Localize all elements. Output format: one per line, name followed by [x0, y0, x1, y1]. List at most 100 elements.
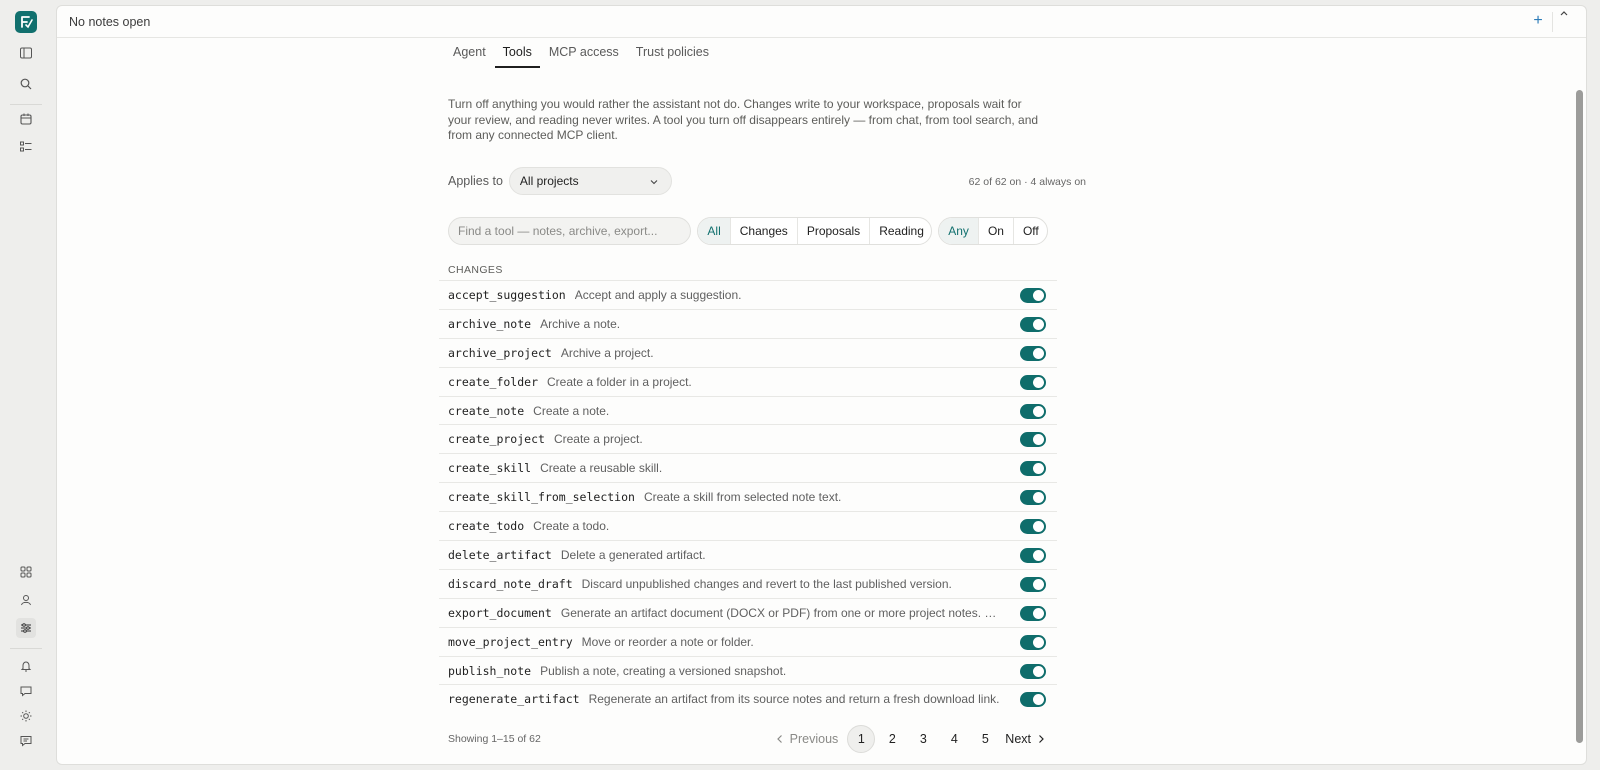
next-page-button[interactable]: Next	[999, 725, 1051, 753]
tool-description: Create a skill from selected note text.	[643, 490, 842, 505]
project-scope-select[interactable]: All projects	[508, 167, 672, 195]
tool-row: delete_artifact Delete a generated artifa…	[439, 540, 1057, 569]
tab-tools[interactable]: Tools	[494, 38, 540, 68]
state-off-button[interactable]: Off	[1014, 218, 1047, 244]
tool-description: Regenerate an artifact from its source n…	[588, 692, 1000, 707]
tool-name: export_document	[448, 605, 552, 620]
tab-agent[interactable]: Agent	[445, 38, 494, 68]
state-any-button[interactable]: Any	[939, 218, 979, 244]
section-heading-changes: CHANGES	[448, 264, 503, 276]
tool-description: Create a project.	[553, 432, 643, 447]
tools-settings: Agent Tools MCP access Trust policies Tu…	[439, 38, 1095, 753]
tool-name: create_note	[448, 403, 525, 418]
app-logo-icon[interactable]	[15, 11, 37, 33]
tool-row: create_skill_from_selection Create a skil…	[439, 482, 1057, 511]
tool-name: accept_suggestion	[448, 287, 566, 302]
filter-all-button[interactable]: All	[698, 218, 731, 244]
bell-icon[interactable]	[16, 656, 36, 676]
previous-page-button[interactable]: Previous	[770, 725, 845, 753]
main-panel: No notes open + Agent Tools MCP access T…	[56, 5, 1587, 765]
tab-mcp-access[interactable]: MCP access	[541, 38, 627, 68]
settings-sliders-icon[interactable]	[16, 618, 36, 638]
tool-row: accept_suggestion Accept and apply a sugg…	[439, 280, 1057, 309]
open-notes-status: No notes open	[69, 15, 151, 29]
tool-toggle[interactable]	[1020, 345, 1046, 361]
tool-toggle[interactable]	[1020, 576, 1046, 592]
tab-trust-policies[interactable]: Trust policies	[628, 38, 717, 68]
tool-name: publish_note	[448, 663, 532, 678]
page-3-button[interactable]: 3	[909, 725, 937, 753]
page-4-button[interactable]: 4	[940, 725, 968, 753]
filter-proposals-button[interactable]: Proposals	[798, 218, 871, 244]
tool-row: regenerate_artifact Regenerate an artifac…	[439, 684, 1057, 713]
new-note-button[interactable]: +	[1530, 13, 1546, 30]
page-1-button[interactable]: 1	[847, 725, 876, 753]
tool-toggle[interactable]	[1020, 490, 1046, 506]
topbar-divider	[1552, 12, 1553, 32]
applies-to-row: Applies to All projects	[448, 167, 672, 195]
tool-search-input[interactable]	[448, 217, 692, 245]
tool-row: create_todo Create a todo.	[439, 511, 1057, 540]
tool-toggle[interactable]	[1020, 461, 1046, 477]
tool-description: Create a reusable skill.	[540, 461, 663, 476]
filter-changes-button[interactable]: Changes	[731, 218, 798, 244]
tool-toggle[interactable]	[1020, 432, 1046, 448]
tool-toggle[interactable]	[1020, 605, 1046, 621]
tool-name: discard_note_draft	[448, 576, 573, 591]
list-footer: Showing 1–15 of 62 Previous 1 2 3 4 5 Ne…	[448, 725, 1048, 753]
tool-row: create_note Create a note.	[439, 395, 1057, 425]
tool-toggle[interactable]	[1020, 316, 1046, 332]
tool-toggle[interactable]	[1020, 403, 1046, 419]
tools-count-summary: 62 of 62 on · 4 always on	[968, 176, 1086, 188]
tool-row: create_folder Create a folder in a projec…	[439, 366, 1057, 396]
tool-description: Accept and apply a suggestion.	[574, 287, 742, 302]
search-icon[interactable]	[16, 74, 36, 94]
tool-toggle[interactable]	[1020, 288, 1046, 303]
tool-name: create_skill	[448, 461, 532, 476]
chevron-right-icon	[1039, 735, 1044, 743]
chevron-left-icon	[776, 735, 782, 743]
feedback-icon[interactable]	[16, 731, 36, 751]
collapse-chevron-up-icon[interactable]	[1558, 8, 1570, 20]
theme-sun-icon[interactable]	[16, 706, 36, 726]
tool-toggle[interactable]	[1020, 374, 1046, 390]
tool-name: archive_note	[448, 316, 532, 331]
apps-grid-icon[interactable]	[16, 562, 36, 582]
filter-reading-button[interactable]: Reading	[870, 218, 931, 244]
showing-range: Showing 1–15 of 62	[448, 733, 541, 745]
tool-name: create_skill_from_selection	[448, 490, 635, 505]
tool-description: Create a folder in a project.	[547, 374, 692, 389]
tool-name: delete_artifact	[448, 547, 552, 562]
chevron-down-icon	[649, 176, 659, 190]
tool-toggle[interactable]	[1020, 548, 1046, 564]
page-2-button[interactable]: 2	[878, 725, 906, 753]
vertical-scrollbar[interactable]	[1576, 90, 1583, 743]
tool-description: Archive a project.	[560, 345, 654, 360]
page-5-button[interactable]: 5	[971, 725, 999, 753]
tool-row: archive_note Archive a note.	[439, 308, 1057, 338]
state-on-button[interactable]: On	[979, 218, 1014, 244]
tool-toggle[interactable]	[1020, 663, 1046, 679]
tool-description: Move or reorder a note or folder.	[581, 634, 754, 649]
applies-to-label: Applies to	[448, 174, 503, 188]
tool-row: export_document Generate an artifact docu…	[439, 597, 1057, 627]
pagination: Previous 1 2 3 4 5 Next	[770, 725, 1051, 753]
left-rail	[0, 0, 52, 770]
next-label: Next	[1005, 732, 1031, 746]
tool-description: Delete a generated artifact.	[560, 547, 706, 562]
sidebar-toggle-icon[interactable]	[16, 43, 36, 63]
calendar-icon[interactable]	[16, 109, 36, 129]
tool-row: archive_project Archive a project.	[439, 337, 1057, 367]
tool-row: publish_note Publish a note, creating a v…	[439, 655, 1057, 685]
top-bar: No notes open +	[57, 6, 1586, 38]
settings-tabs: Agent Tools MCP access Trust policies	[445, 38, 1095, 68]
tool-toggle[interactable]	[1020, 692, 1046, 708]
checklist-icon[interactable]	[16, 137, 36, 157]
tool-row: create_project Create a project.	[439, 424, 1057, 453]
tool-name: create_folder	[448, 374, 539, 389]
user-icon[interactable]	[16, 590, 36, 610]
tool-toggle[interactable]	[1020, 519, 1046, 535]
chat-icon[interactable]	[16, 681, 36, 701]
previous-label: Previous	[789, 732, 839, 746]
tool-toggle[interactable]	[1020, 634, 1046, 650]
